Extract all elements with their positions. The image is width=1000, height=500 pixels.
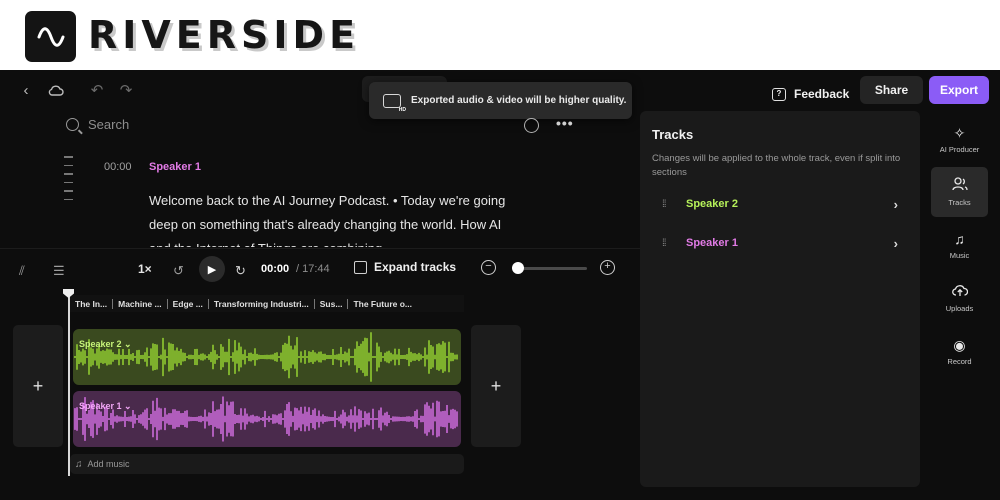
track-row-name: Speaker 2 [686,198,738,210]
track-name[interactable]: Speaker 1 ⌄ [79,401,132,412]
expand-tracks-button[interactable]: Expand tracks [354,260,456,274]
add-music-label: Add music [87,459,130,469]
add-music-button[interactable]: ♫ Add music [70,454,464,474]
export-button[interactable]: Export [929,76,989,104]
play-button[interactable]: ▶ [199,256,225,282]
waveform-speaker-2 [74,332,458,382]
list-icon[interactable]: ☰ [53,263,65,279]
search-placeholder[interactable]: Search [88,117,129,132]
zoom-out-icon[interactable]: − [481,260,496,275]
rewind-5-icon[interactable]: ↺ [173,263,184,279]
drag-handle-icon[interactable]: ⁞⁞ [652,199,686,210]
undo-icon[interactable]: ↶ [87,80,107,100]
track-row-name: Speaker 1 [686,237,738,249]
sidebar-item-music[interactable]: ♫ Music [931,220,988,270]
player-bar: ⫽ ☰ 1× ↺ ▶ ↻ 00:00 / 17:44 Expand tracks… [0,248,640,292]
transcript-search[interactable]: Search [66,117,129,132]
transcript-scroll-marker [64,156,74,201]
current-time: 00:00 [261,263,290,275]
music-icon: ♫ [954,231,965,247]
chapter-marker[interactable]: Edge ... [168,298,209,309]
editor-window: ‹ ↶ ↷ Exported audio & video will be hig… [0,70,1000,500]
drag-handle-icon[interactable]: ⁞⁞ [652,238,686,249]
riverside-logo [25,11,76,62]
feedback-button[interactable]: ? Feedback [772,80,849,108]
waveform-speaker-1 [74,396,458,442]
toast-text: Exported audio & video will be higher qu… [411,95,627,106]
track-name[interactable]: Speaker 2 ⌄ [79,339,132,350]
feedback-icon: ? [772,87,786,101]
add-clip-before-button[interactable]: + [13,325,63,447]
sidebar-item-record[interactable]: ◉ Record [931,326,988,376]
total-time: / 17:44 [296,263,330,275]
chapter-marker[interactable]: The In... [70,298,114,309]
more-options-icon[interactable]: ••• [556,115,574,131]
chapter-strip[interactable]: The In... Machine ... Edge ... Transforming… [70,295,464,312]
chapter-marker[interactable]: Transforming Industri... [209,298,315,309]
track-speaker-2[interactable]: Speaker 2 ⌄ [73,329,461,385]
back-icon[interactable]: ‹ [16,80,36,100]
forward-5-icon[interactable]: ↻ [235,263,246,279]
redo-icon[interactable]: ↷ [116,80,136,100]
quality-toast: Exported audio & video will be higher qu… [369,82,632,119]
wave-icon [37,26,64,47]
transcript-text[interactable]: Welcome back to the AI Journey Podcast. … [149,189,524,247]
feedback-label: Feedback [794,87,850,101]
hd-video-icon [383,93,406,113]
users-icon [951,177,968,195]
upload-cloud-icon [951,283,968,301]
panel-description: Changes will be applied to the whole tra… [652,153,901,178]
expand-tracks-label: Expand tracks [374,260,457,274]
filter-icon[interactable] [524,118,539,133]
chevron-right-icon[interactable]: › [894,197,908,212]
sidebar-item-uploads[interactable]: Uploads [931,273,988,323]
chevron-down-icon: ⌄ [124,339,132,349]
brand-header: RIVERSIDE [0,0,1000,70]
music-note-icon: ♫ [75,458,83,470]
track-row-speaker-1[interactable]: ⁞⁞ Speaker 1 › [652,228,908,258]
playhead-line[interactable] [68,294,70,476]
search-icon [66,118,79,131]
chevron-right-icon[interactable]: › [894,236,908,251]
playback-speed[interactable]: 1× [138,262,152,276]
sparkle-icon: ✧ [953,125,966,141]
tracks-panel: Tracks Changes will be applied to the wh… [640,111,920,487]
paragraph-speaker[interactable]: Speaker 1 [149,161,201,173]
record-icon: ◉ [953,337,966,353]
panel-title: Tracks [652,127,694,142]
share-button[interactable]: Share [860,76,923,104]
chevron-down-icon: ⌄ [124,401,132,411]
expand-tracks-icon [354,260,367,274]
sidebar-item-tracks[interactable]: Tracks [931,167,988,217]
chapter-marker[interactable]: The Future o... [348,299,417,309]
paragraph-timestamp[interactable]: 00:00 [104,161,132,173]
zoom-slider-handle[interactable] [511,262,524,274]
brand-name: RIVERSIDE [88,13,361,57]
cloud-sync-icon[interactable] [46,80,66,100]
track-row-speaker-2[interactable]: ⁞⁞ Speaker 2 › [652,189,908,219]
split-icon[interactable]: ⫽ [19,263,25,279]
zoom-in-icon[interactable]: + [600,260,615,275]
chapter-marker[interactable]: Machine ... [113,298,168,309]
chapter-marker[interactable]: Sus... [315,298,349,309]
track-speaker-1[interactable]: Speaker 1 ⌄ [73,391,461,447]
add-clip-after-button[interactable]: + [471,325,521,447]
sidebar-item-ai-producer[interactable]: ✧ AI Producer [931,114,988,164]
